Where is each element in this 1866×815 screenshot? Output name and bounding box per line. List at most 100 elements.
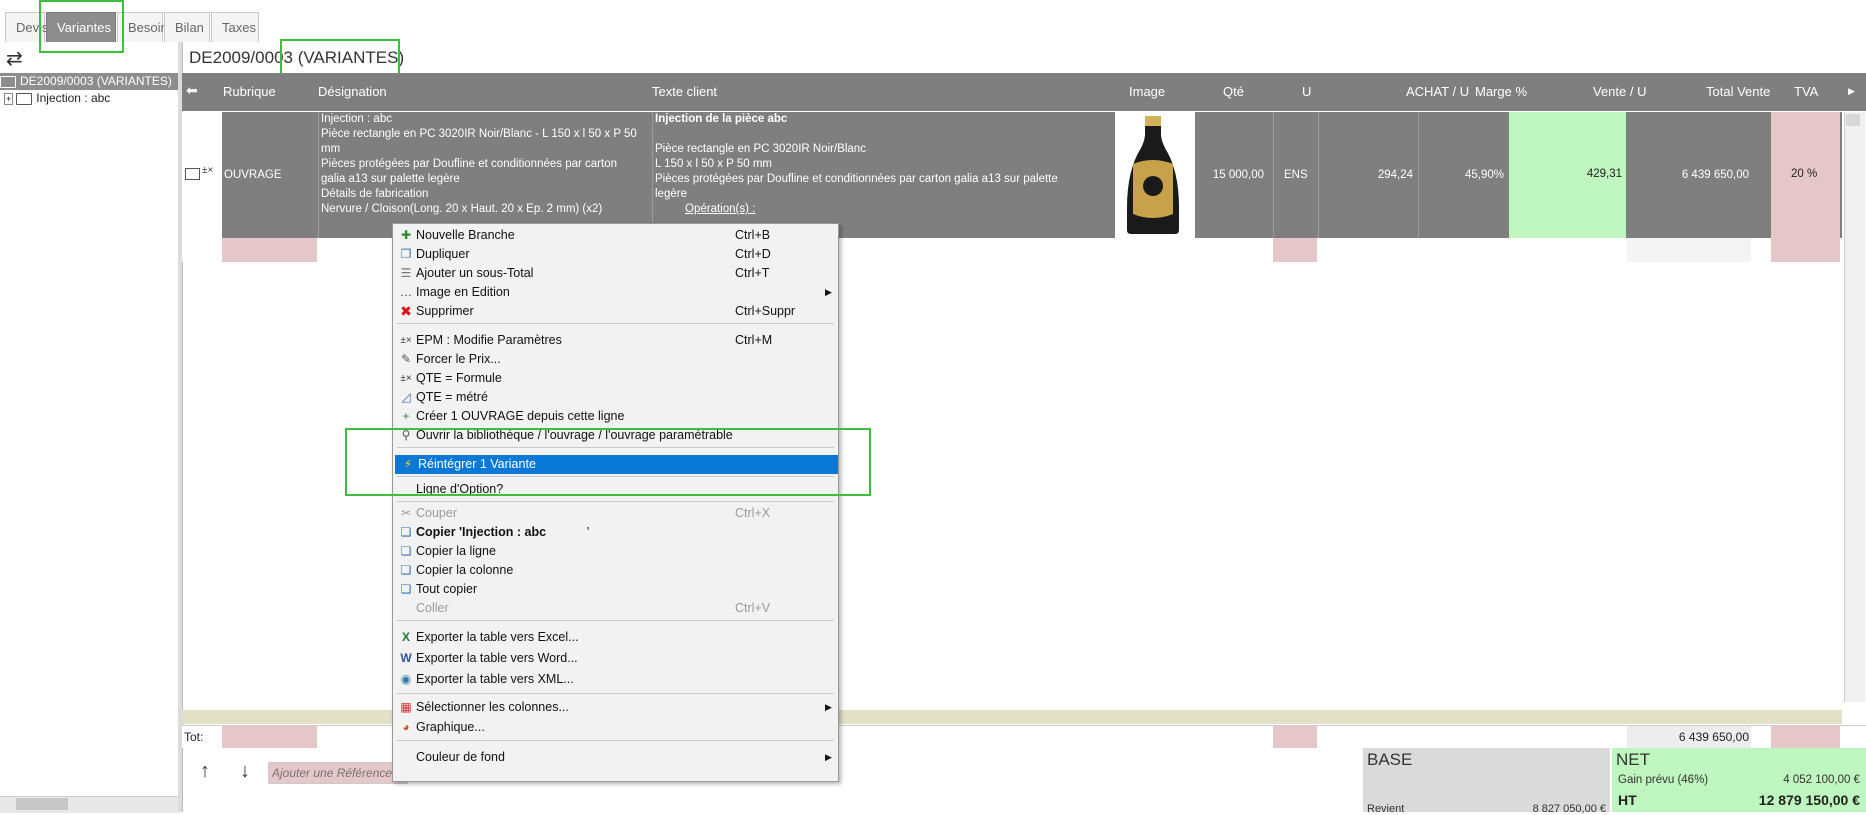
total-cell: 6 439 650,00 xyxy=(1627,112,1751,238)
menu-item-dupliquer[interactable]: ❐ Dupliquer Ctrl+D xyxy=(393,245,838,264)
menu-item-export-xml[interactable]: ◉ Exporter la table vers XML... xyxy=(393,670,838,689)
expand-icon[interactable]: + xyxy=(4,93,14,105)
folder-icon xyxy=(16,92,33,105)
add-reference-input[interactable] xyxy=(268,762,408,784)
menu-shortcut: Ctrl+Suppr xyxy=(735,304,796,318)
move-down-icon[interactable]: ↓ xyxy=(240,760,250,783)
swap-arrows-icon[interactable]: ⇄ xyxy=(6,46,23,71)
table-row[interactable]: ±× OUVRAGE Injection : abc Pièce rectang… xyxy=(182,112,1842,238)
col-designation[interactable]: Désignation xyxy=(318,84,387,99)
marge-cell[interactable]: 45,90% xyxy=(1418,112,1508,238)
col-unite[interactable]: U xyxy=(1302,84,1311,99)
col-rubrique[interactable]: Rubrique xyxy=(223,84,276,99)
menu-item-image-edition[interactable]: … Image en Edition ▶ xyxy=(393,283,838,302)
menu-item-selectionner-colonnes[interactable]: ▦ Sélectionner les colonnes... ▶ xyxy=(393,698,838,717)
total-empty-cell xyxy=(1273,726,1317,748)
menu-item-copier-element[interactable]: ❏ Copier 'Injection : abc ' xyxy=(393,523,838,542)
menu-item-copier-colonne[interactable]: ❏ Copier la colonne xyxy=(393,561,838,580)
menu-item-qte-metre[interactable]: ◿ QTE = métré xyxy=(393,388,838,407)
scroll-right-icon[interactable]: ▶ xyxy=(1848,86,1855,97)
gain-label: Gain prévu (46%) xyxy=(1618,774,1709,786)
col-qte[interactable]: Qté xyxy=(1223,84,1244,99)
operations-label: Opération(s) : xyxy=(685,203,756,215)
total-label: Tot: xyxy=(184,730,204,744)
menu-label: Couleur de fond xyxy=(416,750,505,764)
vente-cell[interactable]: 429,31 xyxy=(1509,112,1626,238)
menu-item-export-excel[interactable]: X Exporter la table vers Excel... xyxy=(393,628,838,647)
vertical-scrollbar[interactable] xyxy=(1844,112,1865,702)
menu-label: EPM : Modifie Paramètres xyxy=(416,333,562,347)
texte-client-line: L 150 x l 50 x P 50 mm xyxy=(655,158,772,170)
copy-column-icon: ❏ xyxy=(400,563,412,577)
total-empty-cell xyxy=(1771,726,1840,748)
menu-item-epm[interactable]: ±× EPM : Modifie Paramètres Ctrl+M xyxy=(393,331,838,350)
menu-separator xyxy=(397,323,834,324)
menu-item-couper[interactable]: ✂ Couper Ctrl+X xyxy=(393,504,838,523)
designation-cell[interactable]: Injection : abc Pièce rectangle en PC 30… xyxy=(318,112,651,238)
image-cell[interactable] xyxy=(1115,112,1195,238)
col-tva[interactable]: TVA xyxy=(1794,84,1818,99)
col-image[interactable]: Image xyxy=(1129,84,1165,99)
create-icon: + xyxy=(402,409,410,423)
col-texte-client[interactable]: Texte client xyxy=(652,84,717,99)
menu-item-creer-ouvrage[interactable]: + Créer 1 OUVRAGE depuis cette ligne xyxy=(393,407,838,426)
empty-cell xyxy=(222,238,317,262)
tree-child-item[interactable]: + Injection : abc xyxy=(4,90,110,107)
new-branch-icon: ✚ xyxy=(400,228,412,242)
col-vente[interactable]: Vente / U xyxy=(1593,84,1646,99)
menu-item-supprimer[interactable]: ✖ Supprimer Ctrl+Suppr xyxy=(393,302,838,321)
base-summary: BASE Revient 8 827 050,00 € xyxy=(1363,748,1610,815)
base-line-label: Revient xyxy=(1367,803,1405,815)
move-up-icon[interactable]: ↑ xyxy=(200,760,210,783)
duplicate-icon: ❐ xyxy=(400,247,412,261)
menu-label: Graphique... xyxy=(416,720,485,734)
menu-item-nouvelle-branche[interactable]: ✚ Nouvelle Branche Ctrl+B xyxy=(393,226,838,245)
col-total-vente[interactable]: Total Vente xyxy=(1706,84,1770,99)
menu-label-suffix: ' xyxy=(587,525,590,539)
tva-cell[interactable]: 20 % xyxy=(1771,112,1840,238)
menu-item-copier-ligne[interactable]: ❏ Copier la ligne xyxy=(393,542,838,561)
tab-taxes[interactable]: Taxes xyxy=(211,12,259,42)
menu-label: Supprimer xyxy=(416,304,474,318)
context-menu: ✚ Nouvelle Branche Ctrl+B ❐ Dupliquer Ctrl+D… xyxy=(392,223,839,782)
highlight-reintegrer xyxy=(345,428,871,496)
net-summary: NET Gain prévu (46%) 4 052 100,00 € HT 1… xyxy=(1612,748,1866,812)
texte-client-cell[interactable]: Injection de la pièce abc Pièce rectangl… xyxy=(652,112,1114,238)
col-achat[interactable]: ACHAT / U xyxy=(1406,84,1469,99)
menu-label: Copier la colonne xyxy=(416,563,514,577)
scroll-up-icon[interactable] xyxy=(1846,114,1860,126)
vente-value: 429,31 xyxy=(1586,168,1622,180)
xml-icon: ◉ xyxy=(400,672,412,686)
unite-cell[interactable]: ENS xyxy=(1273,112,1317,238)
qte-cell[interactable]: 15 000,00 xyxy=(1195,112,1272,238)
back-arrow-icon[interactable]: ⬅ xyxy=(186,82,198,99)
qte-value: 15 000,00 xyxy=(1212,169,1264,181)
menu-item-tout-copier[interactable]: ❏ Tout copier xyxy=(393,580,838,599)
menu-item-graphique[interactable]: ◕ Graphique... xyxy=(393,718,838,737)
left-scroll-thumb[interactable] xyxy=(16,798,68,810)
tree-child-label: Injection : abc xyxy=(36,91,111,105)
menu-item-forcer-prix[interactable]: ✎ Forcer le Prix... xyxy=(393,350,838,369)
menu-label: Copier 'Injection : abc xyxy=(416,525,547,539)
empty-cell xyxy=(1627,238,1751,262)
col-marge[interactable]: Marge % xyxy=(1475,84,1527,99)
menu-item-export-word[interactable]: W Exporter la table vers Word... xyxy=(393,649,838,668)
menu-item-couleur-fond[interactable]: Couleur de fond ▶ xyxy=(393,748,838,767)
measure-icon: ◿ xyxy=(401,390,411,404)
gain-value: 4 052 100,00 € xyxy=(1783,774,1860,786)
tva-value: 20 % xyxy=(1791,168,1818,180)
empty-cell xyxy=(1273,238,1317,262)
achat-cell[interactable]: 294,24 xyxy=(1318,112,1417,238)
delete-icon: ✖ xyxy=(400,303,412,319)
menu-label: Nouvelle Branche xyxy=(416,228,515,242)
texte-client-title: Injection de la pièce abc xyxy=(655,113,788,125)
menu-item-sous-total[interactable]: ☰ Ajouter un sous-Total Ctrl+T xyxy=(393,264,838,283)
tree-root-item[interactable]: DE2009/0003 (VARIANTES) xyxy=(0,73,182,90)
word-icon: W xyxy=(400,651,412,665)
rubrique-cell: OUVRAGE xyxy=(222,112,317,238)
menu-label: Exporter la table vers Word... xyxy=(416,651,578,665)
menu-shortcut: Ctrl+V xyxy=(735,601,771,615)
menu-item-qte-formule[interactable]: ±× QTE = Formule xyxy=(393,369,838,388)
tab-bilan[interactable]: Bilan xyxy=(164,12,210,42)
menu-item-coller[interactable]: Coller Ctrl+V xyxy=(393,599,838,618)
